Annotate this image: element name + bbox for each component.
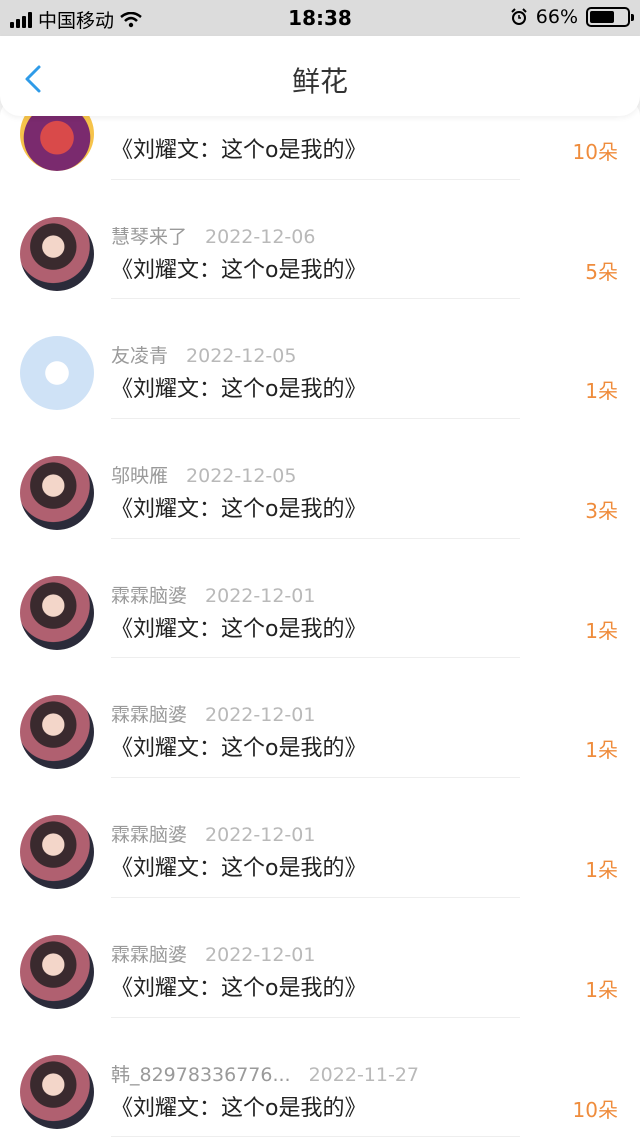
avatar[interactable]: [20, 575, 94, 650]
gift-date: 2022-12-01: [205, 584, 316, 607]
sender-row: 霖霖脑婆 2022-12-01: [111, 820, 315, 847]
flower-count: 1朵: [585, 738, 618, 763]
sender-name: 霖霖脑婆: [111, 943, 188, 966]
sender-row: 邬映雁 2022-12-05: [111, 461, 296, 488]
gift-row[interactable]: 霖霖脑婆 2022-12-01 《刘耀文：这个o是我的》 1朵: [0, 539, 640, 659]
gift-row[interactable]: 慧琴来了 2022-12-06 《刘耀文：这个o是我的》 5朵: [0, 180, 640, 300]
alarm-icon: [511, 8, 527, 25]
flower-count: 3朵: [585, 499, 618, 524]
sender-name: 霖霖脑婆: [111, 704, 188, 727]
gift-date: 2022-12-05: [186, 345, 297, 368]
gift-date: 2022-12-01: [205, 704, 316, 727]
book-title: 《刘耀文：这个o是我的》: [111, 856, 367, 882]
flower-count: 1朵: [585, 379, 618, 404]
avatar[interactable]: [20, 456, 94, 531]
sender-name: 友凌青: [111, 345, 169, 368]
sender-name: 韩_82978336776...: [111, 1063, 291, 1086]
book-title: 《刘耀文：这个o是我的》: [111, 497, 367, 523]
navigation-bar: 鲜花: [0, 36, 640, 116]
avatar[interactable]: [20, 815, 94, 890]
flower-count: 1朵: [585, 618, 618, 643]
gift-row[interactable]: 友凌青 2022-12-05 《刘耀文：这个o是我的》 1朵: [0, 299, 640, 420]
battery-percent: 66%: [535, 6, 578, 28]
sender-row: 慧琴来了 2022-12-06: [111, 222, 315, 249]
book-title: 《刘耀文：这个o是我的》: [111, 616, 367, 642]
book-title: 《刘耀文：这个o是我的》: [111, 1095, 367, 1121]
sender-name: 霖霖脑婆: [111, 824, 188, 847]
gift-row[interactable]: 霖霖脑婆 2022-12-01 《刘耀文：这个o是我的》 1朵: [0, 778, 640, 898]
gift-row[interactable]: 邬映雁 2022-12-05 《刘耀文：这个o是我的》 3朵: [0, 419, 640, 539]
flower-count: 10朵: [572, 1097, 618, 1122]
page-title: 鲜花: [291, 65, 348, 98]
book-title: 《刘耀文：这个o是我的》: [111, 377, 367, 403]
flower-count: 10朵: [572, 140, 618, 164]
avatar[interactable]: [20, 336, 94, 411]
gift-row[interactable]: 霖霖脑婆 2022-12-01 《刘耀文：这个o是我的》 1朵: [0, 898, 640, 1018]
avatar[interactable]: [20, 1054, 94, 1129]
sender-name: 慧琴来了: [111, 225, 188, 248]
gift-date: 2022-12-01: [205, 824, 316, 847]
flower-count: 1朵: [585, 858, 618, 883]
gift-date: 2022-12-05: [186, 465, 297, 488]
book-title: 《刘耀文：这个o是我的》: [111, 257, 367, 283]
avatar[interactable]: [20, 695, 94, 770]
flower-count: 5朵: [585, 259, 618, 284]
flower-count: 1朵: [585, 977, 618, 1002]
sender-name: 霖霖脑婆: [111, 584, 188, 607]
book-title: 《刘耀文：这个o是我的》: [111, 975, 367, 1001]
sender-row: 霖霖脑婆 2022-12-01: [111, 700, 315, 727]
battery-icon: [586, 7, 634, 27]
gift-date: 2022-12-01: [205, 943, 316, 966]
gift-date: 2022-12-06: [205, 225, 316, 248]
sender-row: 韩_82978336776... 2022-11-27: [111, 1060, 419, 1087]
status-right: 66%: [510, 6, 634, 28]
avatar[interactable]: [20, 216, 94, 291]
row-divider: [111, 1136, 520, 1138]
book-title: 《刘耀文：这个o是我的》: [111, 138, 367, 163]
avatar[interactable]: [20, 934, 94, 1009]
book-title: 《刘耀文：这个o是我的》: [111, 736, 367, 762]
gift-row[interactable]: 韩_82978336776... 2022-11-27 《刘耀文：这个o是我的》 10…: [0, 1018, 640, 1138]
status-bar: 中国移动 18:38 66%: [0, 0, 640, 36]
sender-row: 霖霖脑婆 2022-12-01: [111, 581, 315, 608]
gift-date: 2022-11-27: [308, 1063, 420, 1086]
sender-name: 邬映雁: [111, 465, 169, 488]
gift-row[interactable]: 霖霖脑婆 2022-12-01 《刘耀文：这个o是我的》 1朵: [0, 658, 640, 779]
gift-list: 《刘耀文：这个o是我的》 10朵 慧琴来了 2022-12-06 《刘耀文：这个o是我的…: [0, 100, 640, 1138]
gift-list-card: 《刘耀文：这个o是我的》 10朵 慧琴来了 2022-12-06 《刘耀文：这个o是我的…: [0, 100, 640, 1139]
sender-row: 友凌青 2022-12-05: [111, 341, 296, 368]
sender-row: 霖霖脑婆 2022-12-01: [111, 940, 315, 967]
